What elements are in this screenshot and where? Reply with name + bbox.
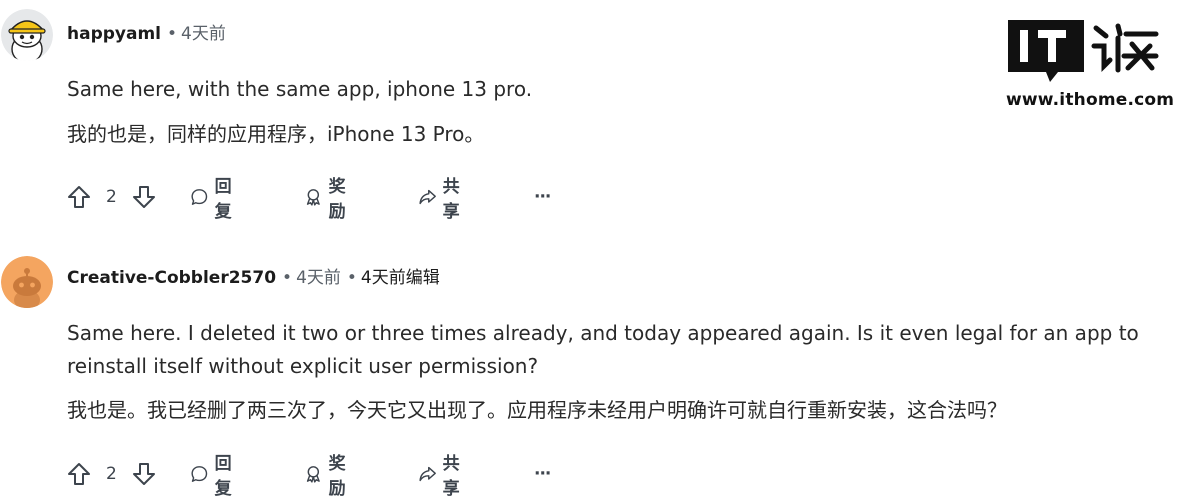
- share-arrow-icon: [419, 466, 436, 482]
- more-options-button[interactable]: ···: [534, 182, 551, 212]
- award-button[interactable]: 奖励: [304, 454, 353, 499]
- username-link[interactable]: Creative-Cobbler2570: [67, 268, 276, 288]
- edited-timestamp: 4天前编辑: [360, 268, 440, 288]
- share-arrow-icon: [419, 189, 436, 205]
- speech-bubble-icon: [191, 466, 208, 482]
- separator-dot: •: [346, 268, 357, 288]
- award-label: 奖励: [328, 177, 346, 222]
- comment-meta: Creative-Cobbler2570 • 4天前 • 4天前编辑: [67, 267, 440, 289]
- reply-button[interactable]: 回复: [190, 454, 239, 499]
- user-avatar[interactable]: [1, 9, 53, 61]
- orange-snoo-avatar-icon: [1, 256, 53, 308]
- speech-bubble-icon: [191, 189, 208, 205]
- comment-body-en: Same here. I deleted it two or three tim…: [67, 321, 1139, 378]
- more-options-icon: ···: [534, 187, 551, 207]
- award-button[interactable]: 奖励: [304, 177, 353, 222]
- award-ribbon-icon: [306, 189, 320, 206]
- ithome-watermark-logo: www.ithome.com: [1006, 16, 1175, 116]
- share-button[interactable]: 共享: [418, 177, 467, 222]
- upvote-button[interactable]: [66, 459, 92, 489]
- award-ribbon-icon: [306, 466, 320, 483]
- timestamp[interactable]: 4天前: [181, 24, 226, 44]
- award-label: 奖励: [328, 454, 346, 499]
- more-options-button[interactable]: ···: [534, 459, 551, 489]
- comment-body-zh: 我的也是，同样的应用程序，iPhone 13 Pro。: [67, 122, 485, 146]
- arrow-up-icon: [68, 463, 90, 485]
- share-button[interactable]: 共享: [418, 454, 467, 499]
- reply-label: 回复: [214, 177, 232, 222]
- reply-label: 回复: [214, 454, 232, 499]
- arrow-up-icon: [68, 186, 90, 208]
- arrow-down-icon: [133, 463, 155, 485]
- comment-meta: happyaml • 4天前: [67, 23, 226, 45]
- user-avatar[interactable]: [1, 256, 53, 308]
- ithome-url: www.ithome.com: [1006, 90, 1175, 110]
- reply-button[interactable]: 回复: [190, 177, 239, 222]
- separator-dot: •: [282, 268, 293, 288]
- share-label: 共享: [442, 177, 460, 222]
- separator-dot: •: [167, 24, 178, 44]
- more-options-icon: ···: [534, 464, 551, 484]
- ithome-logo-icon: [1008, 20, 1159, 82]
- vote-count: 2: [106, 187, 117, 207]
- comment-body-zh: 我也是。我已经删了两三次了，今天它又出现了。应用程序未经用户明确许可就自行重新安…: [67, 398, 1007, 422]
- timestamp[interactable]: 4天前: [296, 268, 341, 288]
- downvote-button[interactable]: [131, 182, 157, 212]
- vote-count: 2: [106, 464, 117, 484]
- yellow-hat-snoo-avatar-icon: [1, 9, 53, 61]
- downvote-button[interactable]: [131, 459, 157, 489]
- comment-body-en: Same here, with the same app, iphone 13 …: [67, 77, 533, 101]
- arrow-down-icon: [133, 186, 155, 208]
- upvote-button[interactable]: [66, 182, 92, 212]
- share-label: 共享: [442, 454, 460, 499]
- username-link[interactable]: happyaml: [67, 24, 161, 44]
